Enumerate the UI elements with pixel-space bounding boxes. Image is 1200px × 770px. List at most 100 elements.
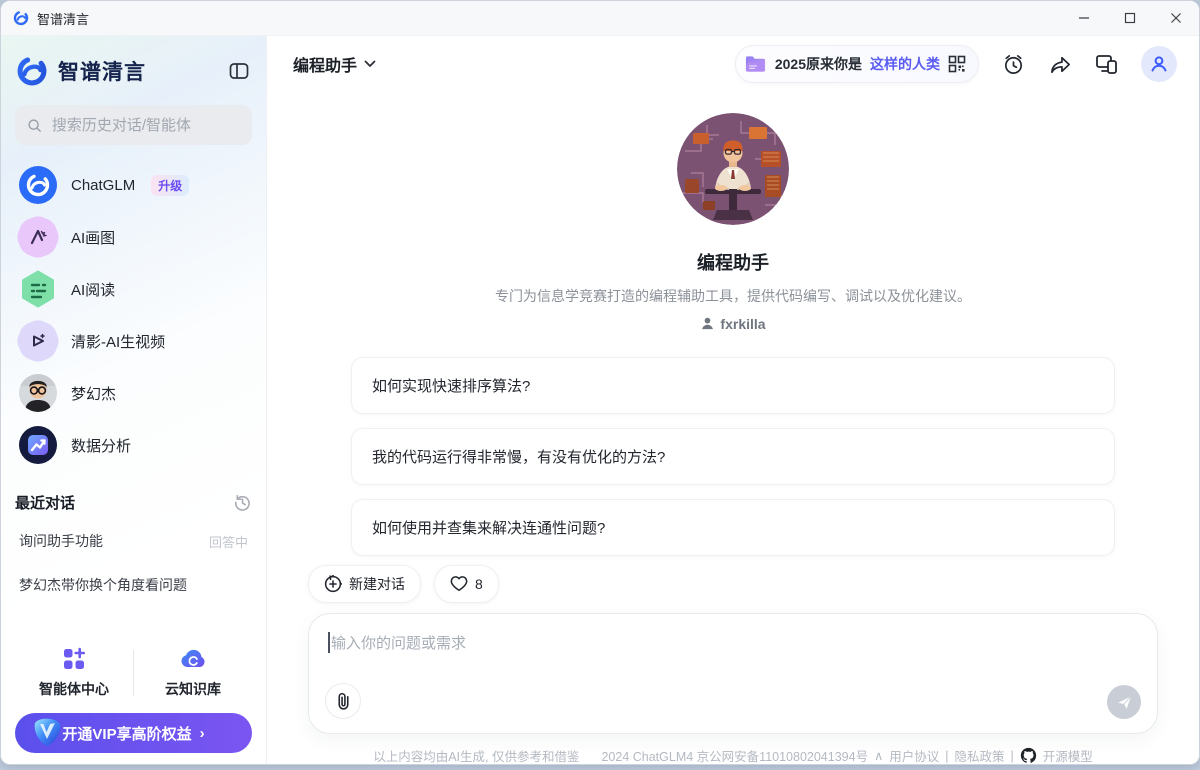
- agent-avatar: [677, 112, 789, 225]
- recent-chat-item[interactable]: 询问助手功能 回答中: [15, 519, 252, 563]
- panel-collapse-icon: [229, 63, 249, 79]
- ai-disclaimer: 以上内容均由AI生成, 仅供参考和借鉴: [373, 750, 580, 764]
- sidebar-item-ai-read[interactable]: AI阅读: [15, 263, 252, 315]
- like-button[interactable]: 8: [434, 564, 499, 603]
- sidebar-item-label: 清影-AI生视频: [71, 333, 166, 351]
- user-icon: [1151, 56, 1167, 72]
- window-title: 智谱清言: [37, 11, 90, 27]
- recent-chat-title: 梦幻杰带你换个角度看问题: [19, 577, 187, 593]
- brand-row: 智谱清言: [15, 52, 252, 90]
- folder-icon: [745, 56, 765, 72]
- actions-row: 新建对话 8: [308, 564, 1158, 603]
- recent-chats-title: 最近对话: [15, 494, 76, 512]
- menghuanjie-avatar: [19, 374, 57, 412]
- sidebar-item-chatglm[interactable]: ChatGLM 升级: [15, 159, 252, 211]
- main-panel: 编程助手 2025原来你是 这样的人类 编程助手 专门为信息学竞赛打造的编程辅助…: [267, 36, 1199, 764]
- sidebar-item-menghuanjie[interactable]: 梦幻杰: [15, 367, 252, 419]
- text-caret: [328, 631, 330, 653]
- opensource-link[interactable]: 开源模型: [1043, 746, 1093, 764]
- new-chat-button[interactable]: 新建对话: [308, 564, 421, 603]
- agent-center-icon: [64, 647, 85, 669]
- send-button[interactable]: [1107, 685, 1141, 719]
- suggestion-card[interactable]: 我的代码运行得非常慢，有没有优化的方法?: [351, 427, 1115, 485]
- author-user-icon: [702, 317, 714, 330]
- send-plane-icon: [1117, 695, 1131, 709]
- agent-hero: 编程助手 专门为信息学竞赛打造的编程辅助工具，提供代码编写、调试以及优化建议。 …: [267, 93, 1199, 332]
- minimize-icon: [1079, 17, 1089, 19]
- search-icon: [28, 118, 41, 132]
- vip-chevron-icon: ›: [199, 724, 205, 742]
- qr-code-icon: [948, 55, 966, 73]
- close-button[interactable]: [1153, 1, 1199, 35]
- profile-button[interactable]: [1141, 46, 1177, 83]
- minimize-button[interactable]: [1061, 1, 1107, 35]
- close-icon: [1171, 13, 1181, 23]
- share-button[interactable]: [1047, 51, 1073, 77]
- new-chat-label: 新建对话: [349, 575, 405, 592]
- history-icon[interactable]: [233, 493, 252, 512]
- recent-chat-item[interactable]: 梦幻杰带你换个角度看问题: [15, 563, 252, 607]
- app-logo-icon: [13, 10, 29, 26]
- sidebar-item-qingying-video[interactable]: 清影-AI生视频: [11, 314, 252, 368]
- banner-highlight-text: 这样的人类: [870, 56, 940, 73]
- heart-icon: [450, 576, 468, 592]
- brand-name: 智谱清言: [58, 61, 146, 84]
- upgrade-badge[interactable]: 升级: [151, 174, 190, 196]
- sidebar-item-label: AI画图: [71, 229, 116, 247]
- vip-label: 开通VIP享高阶权益: [62, 725, 192, 743]
- agent-selector[interactable]: 编程助手: [293, 52, 376, 76]
- alarm-clock-icon: [1004, 54, 1022, 74]
- cloud-knowledge-tab[interactable]: 云知识库: [134, 646, 252, 699]
- sidebar-item-label: 梦幻杰: [71, 385, 117, 403]
- sidebar-item-ai-draw[interactable]: AI画图: [11, 210, 252, 264]
- footer-collapse-icon[interactable]: ∧: [874, 748, 883, 763]
- qingying-video-icon: [11, 314, 65, 368]
- vip-upgrade-button[interactable]: 开通VIP享高阶权益 ›: [15, 713, 252, 753]
- agent-title: 编程助手: [697, 252, 769, 273]
- attach-button[interactable]: [325, 683, 361, 719]
- cloud-knowledge-icon: [181, 649, 205, 667]
- sidebar-menu: ChatGLM 升级 AI画图 AI阅读 清影-AI生视频 梦幻杰 数据分析: [11, 159, 252, 471]
- promo-banner[interactable]: 2025原来你是 这样的人类: [734, 45, 979, 84]
- suggestion-card[interactable]: 如何使用并查集来解决连通性问题?: [351, 498, 1115, 556]
- chat-input[interactable]: 输入你的问题或需求: [328, 631, 467, 653]
- copyright-text: 2024 ChatGLM4 京公网安备11010802041394号: [601, 750, 869, 764]
- search-box[interactable]: [15, 105, 252, 145]
- maximize-icon: [1124, 12, 1136, 24]
- cloud-knowledge-label: 云知识库: [165, 681, 221, 697]
- sidebar-item-data-analysis[interactable]: 数据分析: [15, 419, 252, 471]
- footer-separator: |: [945, 748, 949, 763]
- share-arrow-icon: [1050, 56, 1070, 73]
- footer-separator: |: [1010, 748, 1014, 763]
- agent-author-name: fxrkilla: [720, 315, 766, 332]
- titlebar: 智谱清言: [1, 1, 1199, 36]
- maximize-button[interactable]: [1107, 1, 1153, 35]
- data-analysis-icon: [19, 426, 57, 464]
- vip-logo-icon: [34, 718, 61, 746]
- privacy-link[interactable]: 隐私政策: [955, 746, 1005, 764]
- sidebar-collapse-button[interactable]: [226, 58, 252, 84]
- agent-selector-label: 编程助手: [293, 58, 358, 76]
- banner-text: 2025原来你是: [774, 56, 862, 73]
- recent-chat-title: 询问助手功能: [19, 533, 103, 549]
- sidebar-item-label: ChatGLM: [71, 176, 136, 194]
- ai-draw-icon: [11, 210, 65, 264]
- page-footer: 以上内容均由AI生成, 仅供参考和借鉴 2024 ChatGLM4 京公网安备1…: [267, 746, 1199, 764]
- devices-button[interactable]: [1094, 51, 1120, 77]
- suggestion-card[interactable]: 如何实现快速排序算法?: [351, 356, 1115, 414]
- devices-icon: [1096, 55, 1117, 75]
- suggestion-list: 如何实现快速排序算法? 我的代码运行得非常慢，有没有优化的方法? 如何使用并查集…: [351, 356, 1115, 556]
- alarm-button[interactable]: [1000, 51, 1026, 77]
- chat-input-box[interactable]: 输入你的问题或需求: [308, 612, 1158, 734]
- sidebar: 智谱清言 搜索历史对话/智能体 ChatGLM 升级 AI画图 AI阅读 清影-…: [1, 36, 267, 764]
- terms-link[interactable]: 用户协议: [889, 746, 939, 764]
- recent-chats-header: 最近对话: [15, 485, 252, 519]
- github-icon: [1020, 747, 1036, 763]
- agent-center-tab[interactable]: 智能体中心: [15, 646, 133, 699]
- sidebar-item-label: AI阅读: [71, 281, 116, 299]
- chat-input-placeholder: 输入你的问题或需求: [331, 634, 467, 652]
- app-window: 智谱清言 智谱清言 搜索历史对话/智能体 ChatGLM 升级 AI画图 AI阅…: [0, 0, 1200, 765]
- search-input[interactable]: [49, 115, 240, 135]
- chatglm-icon: [19, 166, 57, 204]
- paperclip-icon: [337, 692, 349, 710]
